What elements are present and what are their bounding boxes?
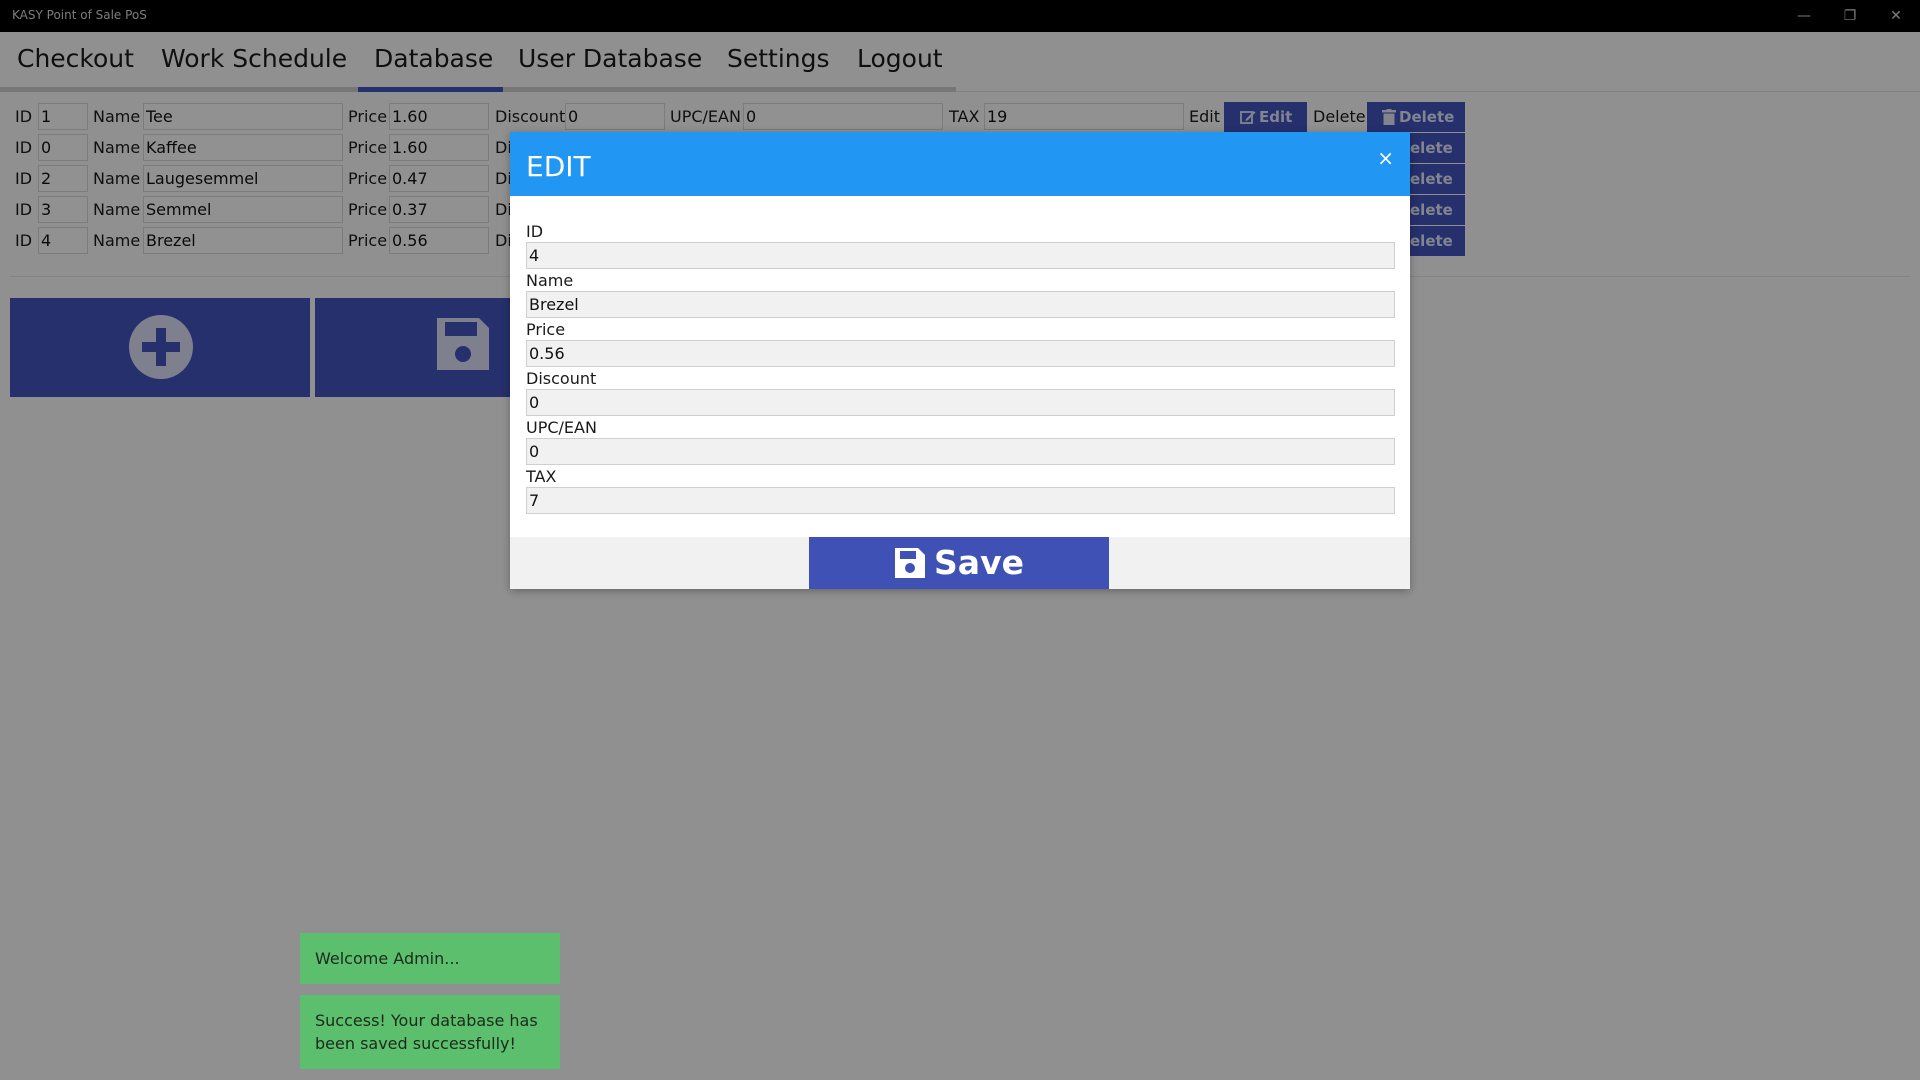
name-label: Name [526,271,574,290]
toast-welcome: Welcome Admin... [300,933,560,984]
discount-label: Discount [526,369,597,388]
tax-input[interactable]: 7 [526,487,1395,514]
upc-input[interactable]: 0 [526,438,1395,465]
dialog-title: EDIT [526,150,591,183]
floppy-disk-icon [895,548,926,578]
save-button[interactable]: Save [809,537,1109,589]
dialog-header: EDIT × [510,132,1410,196]
tax-label: TAX [526,467,557,486]
discount-input[interactable]: 0 [526,389,1395,416]
upc-label: UPC/EAN [526,418,597,437]
save-button-label: Save [934,543,1024,582]
price-label: Price [526,320,566,339]
name-input[interactable]: Brezel [526,291,1395,318]
toast-success: Success! Your database has been saved su… [300,995,560,1069]
id-input[interactable]: 4 [526,242,1395,269]
id-label: ID [526,222,544,241]
edit-dialog: EDIT × ID 4 Name Brezel Price 0.56 Disco… [510,132,1410,589]
close-icon[interactable]: × [1377,146,1394,170]
price-input[interactable]: 0.56 [526,340,1395,367]
